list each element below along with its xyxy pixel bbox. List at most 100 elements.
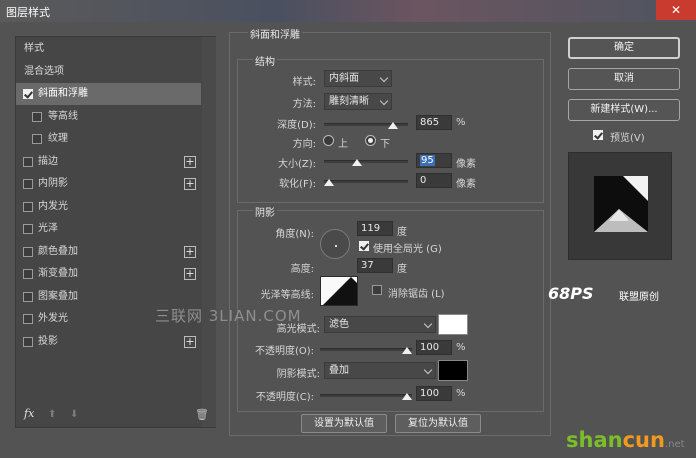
shadow-opacity-unit: %	[456, 388, 466, 399]
sidebar-item-checkbox[interactable]	[23, 201, 33, 212]
sidebar-item[interactable]: 颜色叠加 +	[16, 241, 201, 263]
sidebar-scrollbar[interactable]	[202, 37, 216, 427]
altitude-input[interactable]: 37	[357, 258, 393, 273]
sanlian-watermark: 三联网 3LIAN.COM	[155, 307, 302, 325]
sidebar-item[interactable]: 纹理	[16, 128, 201, 150]
fx-icon[interactable]: fx	[24, 407, 34, 420]
antialias-checkbox[interactable]	[372, 285, 382, 295]
shadow-mode-label: 阴影模式:	[276, 369, 320, 380]
shadow-opacity-slider[interactable]	[320, 393, 412, 400]
sidebar-item-label: 内发光	[38, 200, 68, 212]
sidebar-item-checkbox[interactable]	[23, 336, 33, 347]
angle-input[interactable]: 119	[357, 221, 393, 236]
direction-down-radio[interactable]	[365, 135, 376, 146]
soften-slider[interactable]	[324, 179, 408, 186]
contour-curve-icon	[323, 277, 357, 305]
direction-label: 方向:	[292, 139, 316, 150]
altitude-unit: 度	[397, 264, 407, 275]
technique-select-value: 雕刻清晰	[329, 96, 369, 107]
chevron-down-icon	[423, 365, 433, 375]
depth-slider-thumb[interactable]	[387, 122, 398, 129]
ok-button[interactable]: 确定	[568, 37, 680, 59]
chevron-down-icon	[423, 319, 433, 329]
angle-dial[interactable]	[320, 229, 350, 259]
add-effect-icon[interactable]: +	[184, 245, 196, 258]
size-slider-thumb[interactable]	[352, 159, 363, 166]
style-select[interactable]: 内斜面	[324, 70, 392, 87]
soften-slider-thumb[interactable]	[324, 179, 334, 186]
depth-slider[interactable]	[324, 122, 408, 129]
sidebar-item[interactable]: 样式	[16, 38, 201, 60]
sidebar-item-label: 斜面和浮雕	[38, 88, 88, 99]
sidebar-item-checkbox[interactable]	[23, 269, 33, 279]
altitude-label: 高度:	[290, 264, 314, 275]
add-effect-icon[interactable]: +	[184, 155, 196, 168]
direction-up-radio[interactable]	[323, 135, 334, 146]
size-slider[interactable]	[324, 159, 408, 166]
sidebar-item-checkbox[interactable]	[32, 134, 42, 144]
ps-logo-text: 联盟原创	[619, 292, 659, 303]
style-label: 样式:	[292, 77, 316, 88]
sidebar-item-checkbox[interactable]	[23, 179, 33, 189]
style-select-value: 内斜面	[329, 73, 359, 84]
direction-up-label: 上	[338, 139, 348, 150]
move-down-icon[interactable]: ⬇	[70, 409, 80, 420]
sidebar-item[interactable]: 描边 +	[16, 151, 201, 173]
soften-unit: 像素	[456, 179, 476, 190]
shadow-opacity-thumb[interactable]	[402, 393, 412, 400]
sidebar-item-checkbox[interactable]	[23, 314, 33, 324]
chevron-down-icon	[379, 73, 389, 83]
sidebar-item[interactable]: 光泽	[16, 218, 201, 240]
sidebar-item-checkbox[interactable]	[23, 224, 33, 234]
add-effect-icon[interactable]: +	[184, 335, 196, 348]
sidebar-item[interactable]: 等高线	[16, 106, 201, 128]
angle-unit: 度	[397, 227, 407, 238]
highlight-mode-select[interactable]: 滤色	[324, 316, 436, 333]
direction-down-label: 下	[380, 139, 390, 150]
sidebar-item-checkbox[interactable]	[32, 111, 42, 122]
sidebar-item[interactable]: 斜面和浮雕	[16, 83, 201, 105]
sidebar-item[interactable]: 内阴影 +	[16, 173, 201, 195]
cancel-button[interactable]: 取消	[568, 68, 680, 90]
add-effect-icon[interactable]: +	[184, 178, 196, 190]
gloss-contour-picker[interactable]	[320, 276, 358, 306]
add-effect-icon[interactable]: +	[184, 268, 196, 280]
highlight-opacity-thumb[interactable]	[402, 347, 412, 354]
sidebar-footer: fx ⬆ ⬇ 🗑	[16, 403, 215, 427]
sidebar-item-checkbox[interactable]	[23, 89, 33, 99]
sidebar-item[interactable]: 混合选项	[16, 61, 201, 83]
soften-input[interactable]: 0	[416, 173, 452, 188]
shadow-mode-select[interactable]: 叠加	[324, 362, 436, 379]
sidebar-item-label: 描边	[38, 155, 58, 167]
sidebar-item-label: 光泽	[38, 223, 58, 234]
make-default-button[interactable]: 设置为默认值	[301, 414, 387, 433]
technique-select[interactable]: 雕刻清晰	[324, 93, 392, 110]
new-style-button[interactable]: 新建样式(W)...	[568, 99, 680, 121]
sidebar-item-label: 外发光	[38, 313, 68, 324]
depth-label: 深度(D):	[277, 120, 316, 131]
trash-icon[interactable]: 🗑	[195, 408, 209, 421]
sidebar-item-checkbox[interactable]	[23, 291, 33, 302]
size-input[interactable]: 95	[416, 153, 452, 168]
size-label: 大小(Z):	[277, 159, 316, 170]
highlight-color-swatch[interactable]	[438, 314, 468, 335]
depth-input[interactable]: 865	[416, 115, 452, 130]
shadow-color-swatch[interactable]	[438, 360, 468, 381]
shadow-opacity-input[interactable]: 100	[416, 386, 452, 401]
sidebar-item-label: 样式	[24, 43, 44, 54]
move-up-icon[interactable]: ⬆	[48, 409, 58, 420]
highlight-opacity-input[interactable]: 100	[416, 340, 452, 355]
sidebar-item-label: 渐变叠加	[38, 268, 78, 279]
close-icon[interactable]: ✕	[656, 0, 696, 20]
window-title: 图层样式	[6, 6, 50, 19]
sidebar-item-checkbox[interactable]	[23, 156, 33, 167]
global-light-checkbox[interactable]	[359, 241, 369, 251]
size-unit: 像素	[456, 159, 476, 170]
highlight-opacity-slider[interactable]	[320, 347, 412, 354]
sidebar-item[interactable]: 投影 +	[16, 331, 201, 353]
reset-default-button[interactable]: 复位为默认值	[395, 414, 481, 433]
preview-checkbox[interactable]	[593, 130, 603, 140]
sidebar-item[interactable]: 渐变叠加 +	[16, 263, 201, 285]
sidebar-item[interactable]: 内发光	[16, 196, 201, 218]
sidebar-item-checkbox[interactable]	[23, 246, 33, 257]
